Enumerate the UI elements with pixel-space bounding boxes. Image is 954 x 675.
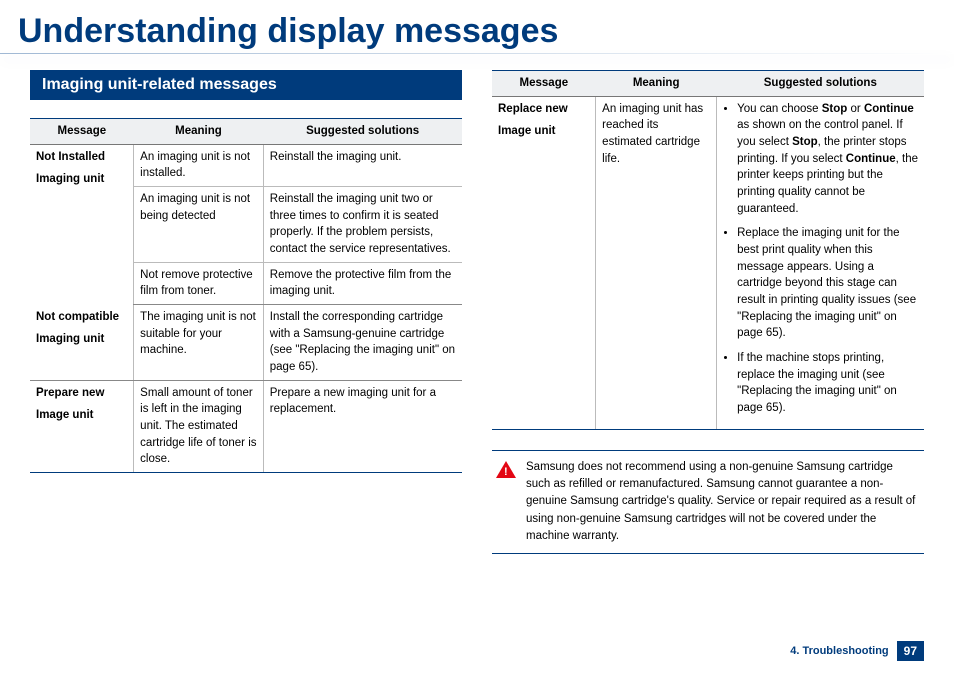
table-row: Not compatible Imaging unit The imaging … [30, 305, 462, 381]
warning-text: Samsung does not recommend using a non-g… [526, 459, 920, 545]
meaning-cell: An imaging unit is not being detected [134, 187, 264, 263]
msg-line1: Replace new [498, 103, 568, 115]
col-header-solutions: Suggested solutions [717, 71, 924, 97]
messages-table-left: Message Meaning Suggested solutions Not … [30, 118, 462, 473]
left-column: Imaging unit-related messages Message Me… [30, 70, 462, 554]
col-header-meaning: Meaning [596, 71, 717, 97]
right-column: Message Meaning Suggested solutions Repl… [492, 70, 924, 554]
title-rule [0, 53, 954, 54]
page-title: Understanding display messages [0, 0, 954, 53]
col-header-meaning: Meaning [134, 119, 264, 145]
messages-table-right: Message Meaning Suggested solutions Repl… [492, 70, 924, 430]
col-header-message: Message [30, 119, 134, 145]
msg-line2: Imaging unit [36, 171, 127, 188]
content-columns: Imaging unit-related messages Message Me… [0, 60, 954, 554]
msg-line2: Image unit [36, 407, 127, 424]
table-row: Prepare new Image unit Small amount of t… [30, 380, 462, 472]
msg-line1: Not compatible [36, 311, 119, 323]
solution-cell: Reinstall the imaging unit two or three … [263, 187, 462, 263]
msg-line2: Image unit [498, 123, 589, 140]
solution-cell: You can choose Stop or Continue as shown… [717, 96, 924, 429]
solution-cell: Install the corresponding cartridge with… [263, 305, 462, 381]
meaning-cell: An imaging unit has reached its estimate… [596, 96, 717, 429]
solution-cell: Prepare a new imaging unit for a replace… [263, 380, 462, 472]
col-header-solutions: Suggested solutions [263, 119, 462, 145]
list-item: You can choose Stop or Continue as shown… [737, 101, 918, 218]
table-row: Replace new Image unit An imaging unit h… [492, 96, 924, 429]
warning-icon [496, 461, 516, 478]
meaning-cell: Small amount of toner is left in the ima… [134, 380, 264, 472]
list-item: Replace the imaging unit for the best pr… [737, 225, 918, 342]
warning-callout: Samsung does not recommend using a non-g… [492, 450, 924, 554]
list-item: If the machine stops printing, replace t… [737, 350, 918, 417]
solution-cell: Reinstall the imaging unit. [263, 144, 462, 186]
page-footer: 4. Troubleshooting 97 [790, 641, 924, 661]
footer-page-number: 97 [897, 641, 924, 661]
meaning-cell: The imaging unit is not suitable for you… [134, 305, 264, 381]
meaning-cell: An imaging unit is not installed. [134, 144, 264, 186]
msg-line2: Imaging unit [36, 331, 127, 348]
col-header-message: Message [492, 71, 596, 97]
footer-chapter: 4. Troubleshooting [790, 645, 888, 657]
solution-cell: Remove the protective film from the imag… [263, 262, 462, 304]
table-row: Not Installed Imaging unit An imaging un… [30, 144, 462, 186]
msg-line1: Prepare new [36, 387, 104, 399]
msg-line1: Not Installed [36, 151, 105, 163]
section-header: Imaging unit-related messages [30, 70, 462, 100]
meaning-cell: Not remove protective film from toner. [134, 262, 264, 304]
